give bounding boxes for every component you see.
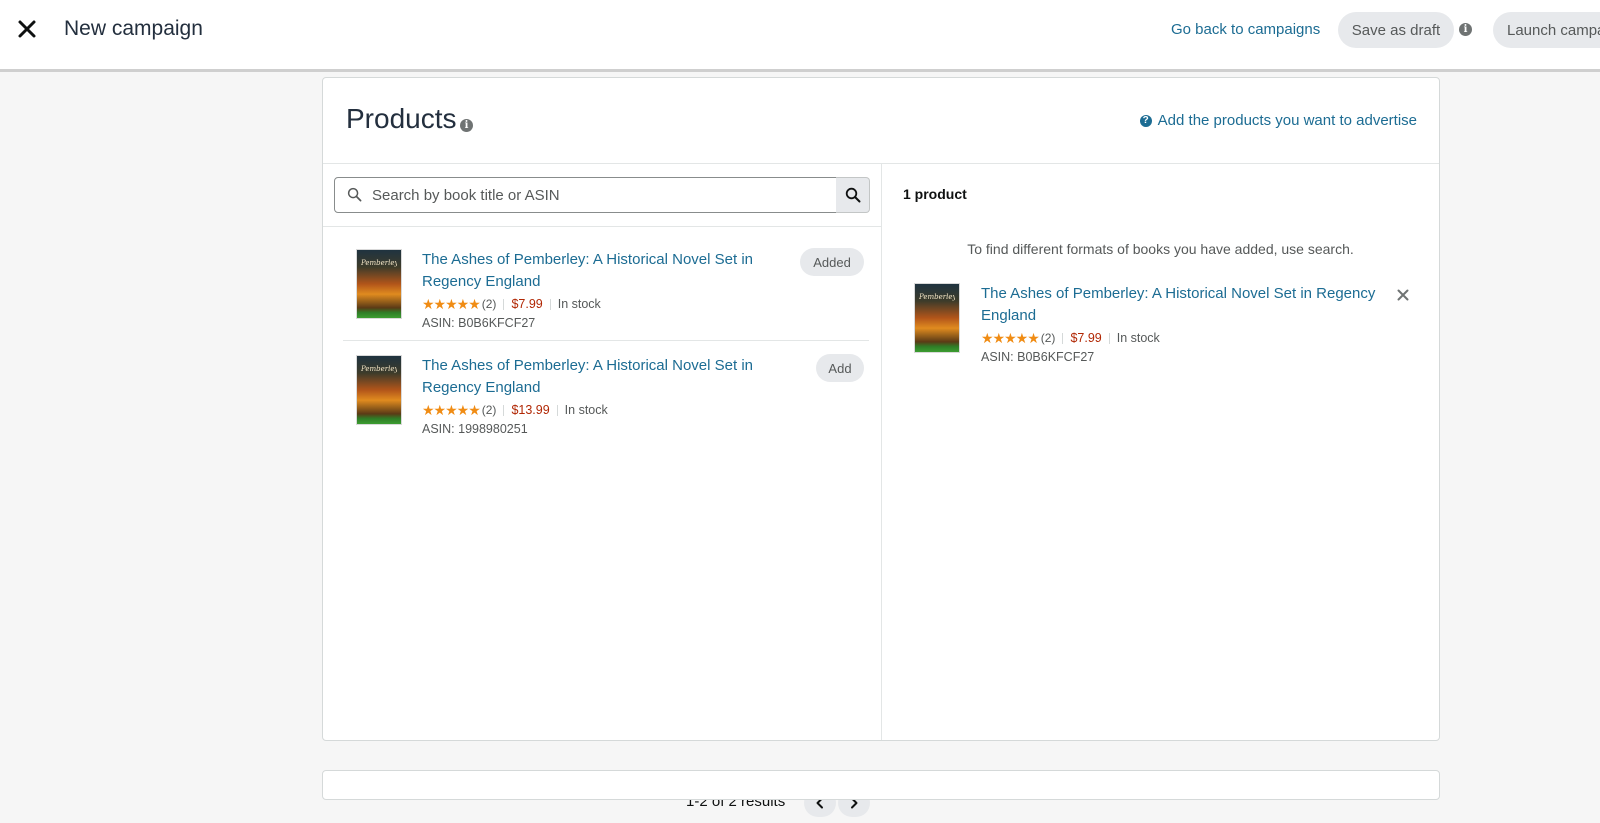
search-icon	[347, 187, 362, 202]
launch-campaign-button[interactable]: Launch campa	[1493, 12, 1600, 48]
top-bar: New campaign Go back to campaigns Save a…	[0, 0, 1600, 72]
next-section-card	[322, 770, 1440, 800]
search-button[interactable]	[836, 177, 870, 213]
page-title: New campaign	[64, 17, 203, 40]
info-icon[interactable]: i	[1459, 23, 1472, 36]
selected-count: 1 product	[903, 186, 967, 202]
separator	[503, 298, 505, 310]
star-rating-icon: ★★★★★	[422, 401, 481, 418]
product-title-link[interactable]: The Ashes of Pemberley: A Historical Nov…	[981, 283, 1391, 327]
product-meta: ★★★★★ (2) $7.99 In stock	[981, 330, 1391, 346]
remove-icon[interactable]	[1396, 288, 1410, 302]
separator	[1108, 332, 1110, 344]
product-price: $7.99	[511, 297, 543, 311]
product-price: $13.99	[511, 403, 550, 417]
product-asin: ASIN: B0B6KFCF27	[981, 350, 1095, 364]
product-info: The Ashes of Pemberley: A Historical Nov…	[981, 283, 1391, 364]
rating-count: (2)	[481, 403, 497, 417]
save-as-draft-button[interactable]: Save as draft	[1338, 12, 1454, 48]
go-back-to-campaigns-link[interactable]: Go back to campaigns	[1171, 21, 1320, 38]
search-results-pane: Pemberley The Ashes of Pemberley: A Hist…	[323, 164, 882, 817]
availability: In stock	[1116, 331, 1160, 345]
separator	[1062, 332, 1064, 344]
product-meta: ★★★★★ (2) $7.99 In stock	[422, 296, 762, 312]
star-rating-icon: ★★★★★	[981, 329, 1040, 346]
availability: In stock	[557, 297, 601, 311]
divider	[323, 226, 881, 227]
products-title: Products	[346, 103, 457, 134]
book-cover-image: Pemberley	[357, 250, 401, 318]
book-cover-image: Pemberley	[915, 284, 959, 352]
separator	[503, 404, 505, 416]
search-input[interactable]	[334, 177, 837, 213]
product-info: The Ashes of Pemberley: A Historical Nov…	[422, 355, 762, 436]
add-button[interactable]: Add	[816, 354, 864, 382]
product-title-link[interactable]: The Ashes of Pemberley: A Historical Nov…	[422, 355, 762, 399]
star-rating-icon: ★★★★★	[422, 295, 481, 312]
search-icon	[845, 187, 860, 203]
availability: In stock	[564, 403, 608, 417]
product-row: Pemberley The Ashes of Pemberley: A Hist…	[343, 236, 869, 341]
book-cover-image: Pemberley	[357, 356, 401, 424]
info-icon[interactable]: i	[460, 119, 473, 132]
product-asin: ASIN: B0B6KFCF27	[422, 316, 536, 330]
separator	[556, 404, 558, 416]
close-icon[interactable]	[16, 18, 38, 40]
products-card-header: Products i ? Add the products you want t…	[323, 78, 1439, 164]
product-info: The Ashes of Pemberley: A Historical Nov…	[422, 249, 762, 330]
product-meta: ★★★★★ (2) $13.99 In stock	[422, 402, 762, 418]
product-price: $7.99	[1070, 331, 1102, 345]
selected-product-row: Pemberley The Ashes of Pemberley: A Hist…	[902, 270, 1422, 370]
selected-products-pane: 1 product To find different formats of b…	[882, 164, 1439, 740]
rating-count: (2)	[481, 297, 497, 311]
added-button[interactable]: Added	[800, 248, 864, 276]
product-row: Pemberley The Ashes of Pemberley: A Hist…	[343, 342, 869, 446]
separator	[549, 298, 551, 310]
rating-count: (2)	[1040, 331, 1056, 345]
product-title-link[interactable]: The Ashes of Pemberley: A Historical Nov…	[422, 249, 762, 293]
help-link-label: Add the products you want to advertise	[1157, 112, 1417, 129]
product-asin: ASIN: 1998980251	[422, 422, 528, 436]
formats-note: To find different formats of books you h…	[967, 241, 1354, 257]
search-bar	[334, 177, 872, 213]
products-card: Products i ? Add the products you want t…	[322, 77, 1440, 817]
add-products-help-link[interactable]: ? Add the products you want to advertise	[1139, 112, 1417, 129]
help-circle-icon: ?	[1139, 114, 1152, 127]
